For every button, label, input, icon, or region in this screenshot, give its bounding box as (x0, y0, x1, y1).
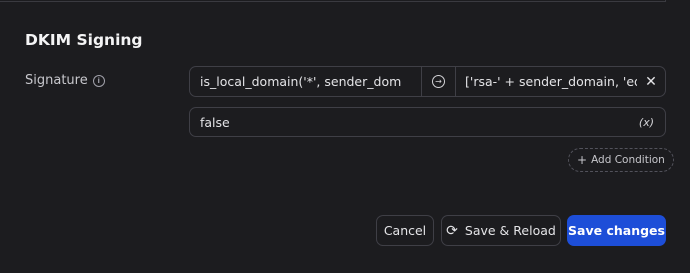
section-title: DKIM Signing (25, 31, 143, 49)
cancel-button[interactable]: Cancel (376, 215, 434, 246)
save-changes-button[interactable]: Save changes (567, 215, 666, 246)
reload-icon: ⟳ (446, 222, 458, 239)
info-icon[interactable]: i (92, 74, 105, 87)
dkim-settings-panel: DKIM Signing Signature i is_local_domain… (0, 0, 690, 273)
arrow-right-icon: → (432, 75, 445, 88)
rule-condition-input[interactable]: is_local_domain('*', sender_dom (190, 67, 422, 96)
variable-icon[interactable]: (x) (639, 116, 654, 129)
else-value-field[interactable]: false (x) (189, 107, 666, 137)
save-reload-button[interactable]: ⟳ Save & Reload (441, 215, 561, 246)
add-condition-button[interactable]: + Add Condition (568, 148, 674, 172)
rule-arrow: → (422, 67, 456, 96)
signature-rule-row: is_local_domain('*', sender_dom → ['rsa-… (189, 66, 666, 97)
signature-label-text: Signature (25, 73, 88, 88)
else-value-input[interactable]: false (200, 115, 230, 130)
close-icon[interactable]: ✕ (637, 67, 665, 96)
plus-icon: + (577, 153, 588, 167)
signature-label: Signature i (25, 73, 105, 88)
rule-value-input[interactable]: ['rsa-' + sender_domain, 'ed2551 (456, 67, 637, 96)
section-divider (0, 0, 666, 2)
save-reload-label: Save & Reload (464, 223, 556, 238)
add-condition-label: Add Condition (591, 154, 665, 166)
